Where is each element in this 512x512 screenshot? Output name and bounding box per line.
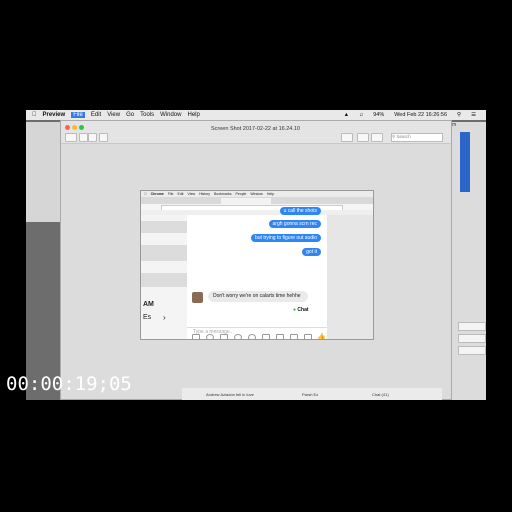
- chat-pane: u call the shots argh gonna scrn rec but…: [187, 207, 327, 339]
- avatar: [192, 292, 203, 303]
- annotate-button[interactable]: [371, 133, 383, 142]
- timecode-overlay: 00:00:19;05: [6, 373, 132, 395]
- menu-window[interactable]: Window: [160, 112, 181, 118]
- composer: Type a message... 👍: [187, 327, 327, 339]
- spotlight-icon[interactable]: ⚲: [457, 112, 461, 118]
- gif-icon[interactable]: [220, 334, 228, 339]
- inner-menu-help: Help: [264, 192, 274, 196]
- menubar:  Preview File Edit View Go Tools Window…: [26, 110, 486, 120]
- inner-left-text-es: Es: [143, 314, 152, 321]
- location-icon[interactable]: [304, 334, 312, 339]
- bottom-strip-text-left: Andrew Aziadon fell in love: [206, 392, 254, 397]
- background-bottom-strip: Andrew Aziadon fell in love Parsh Ez Cha…: [182, 388, 442, 400]
- apple-icon[interactable]: : [32, 112, 37, 118]
- rotate-button[interactable]: [357, 133, 369, 142]
- inner-apple-icon: : [144, 192, 147, 196]
- inner-left-stripe: [141, 273, 187, 287]
- preview-titlebar: Screen Shot 2017-02-22 at 16.24.10 ⚲ Sea…: [61, 121, 451, 144]
- inner-menu-people: People: [232, 192, 246, 196]
- menu-help[interactable]: Help: [187, 112, 199, 118]
- zoom-in-button[interactable]: [88, 133, 97, 142]
- menu-file[interactable]: File: [71, 112, 85, 118]
- menu-edit[interactable]: Edit: [91, 112, 101, 118]
- volume-icon[interactable]: ♫: [359, 112, 363, 118]
- zoom-button[interactable]: [79, 125, 84, 130]
- search-input[interactable]: ⚲ Search: [391, 133, 443, 142]
- menubar-clock[interactable]: Wed Feb 22 16:26:56: [394, 112, 447, 118]
- inner-left-stripe: [141, 245, 187, 261]
- inner-right-pane: [327, 215, 373, 339]
- search-placeholder: Search: [396, 134, 411, 139]
- zoom-out-button[interactable]: [79, 133, 88, 142]
- bottom-strip-text-right: Chat (41): [372, 392, 389, 397]
- message-outgoing: got it: [302, 248, 321, 256]
- menu-list-icon[interactable]: ☰: [471, 112, 476, 118]
- emoji-icon[interactable]: [234, 334, 242, 339]
- photo-icon[interactable]: [192, 334, 200, 339]
- chevron-right-icon: ›: [163, 313, 166, 322]
- payment-icon[interactable]: [248, 334, 256, 339]
- camera-icon[interactable]: [276, 334, 284, 339]
- right-app-row[interactable]: [458, 346, 486, 355]
- inner-left-stripe: [141, 221, 187, 233]
- inner-menu-view: View: [184, 192, 196, 196]
- inner-menu-edit: Edit: [174, 192, 184, 196]
- inner-menu-app: Chrome: [148, 192, 164, 196]
- preview-title: Screen Shot 2017-02-22 at 16.24.10: [211, 126, 300, 132]
- menu-go[interactable]: Go: [126, 112, 134, 118]
- inner-menu-window: Window: [247, 192, 262, 196]
- menu-view[interactable]: View: [107, 112, 120, 118]
- inner-tabbar: [141, 197, 373, 204]
- bottom-strip-text-mid: Parsh Ez: [302, 392, 319, 397]
- message-outgoing: argh gonna scrn rec: [268, 220, 321, 228]
- right-app-row[interactable]: [458, 322, 486, 331]
- screenshot-image:  Chrome File Edit View History Bookmark…: [140, 190, 374, 340]
- markup-button[interactable]: [341, 133, 353, 142]
- background-window-left: [26, 122, 62, 222]
- wifi-icon[interactable]: ▲: [344, 112, 349, 118]
- inner-menu-file: File: [165, 192, 174, 196]
- inner-left-pane: AM Es ›: [141, 215, 187, 339]
- inner-menu-history: History: [196, 192, 210, 196]
- close-button[interactable]: [65, 125, 70, 130]
- right-app-blue-bar: [460, 132, 470, 192]
- sticker-icon[interactable]: [206, 334, 214, 339]
- minimize-button[interactable]: [72, 125, 77, 130]
- menubar-status: ▲ ♫ 94% Wed Feb 22 16:26:56 ⚲ ☰: [340, 110, 482, 120]
- battery-percent[interactable]: 94%: [373, 112, 384, 118]
- right-app-row[interactable]: [458, 334, 486, 343]
- message-outgoing: but trying to figure out audio: [251, 234, 321, 242]
- chat-sidebar-label: ● Chat: [293, 307, 309, 313]
- message-incoming: Don't worry we're on calarts time hehhe: [208, 291, 308, 302]
- inner-menu-bookmarks: Bookmarks: [211, 192, 232, 196]
- menu-tools[interactable]: Tools: [140, 112, 154, 118]
- inner-left-text-am: AM: [143, 301, 154, 308]
- attach-icon[interactable]: [262, 334, 270, 339]
- menu-app-name[interactable]: Preview: [43, 112, 66, 118]
- game-icon[interactable]: [290, 334, 298, 339]
- sidebar-toggle-button[interactable]: [65, 133, 77, 142]
- share-button[interactable]: [99, 133, 108, 142]
- like-icon[interactable]: 👍: [317, 333, 326, 339]
- message-outgoing: u call the shots: [279, 207, 321, 215]
